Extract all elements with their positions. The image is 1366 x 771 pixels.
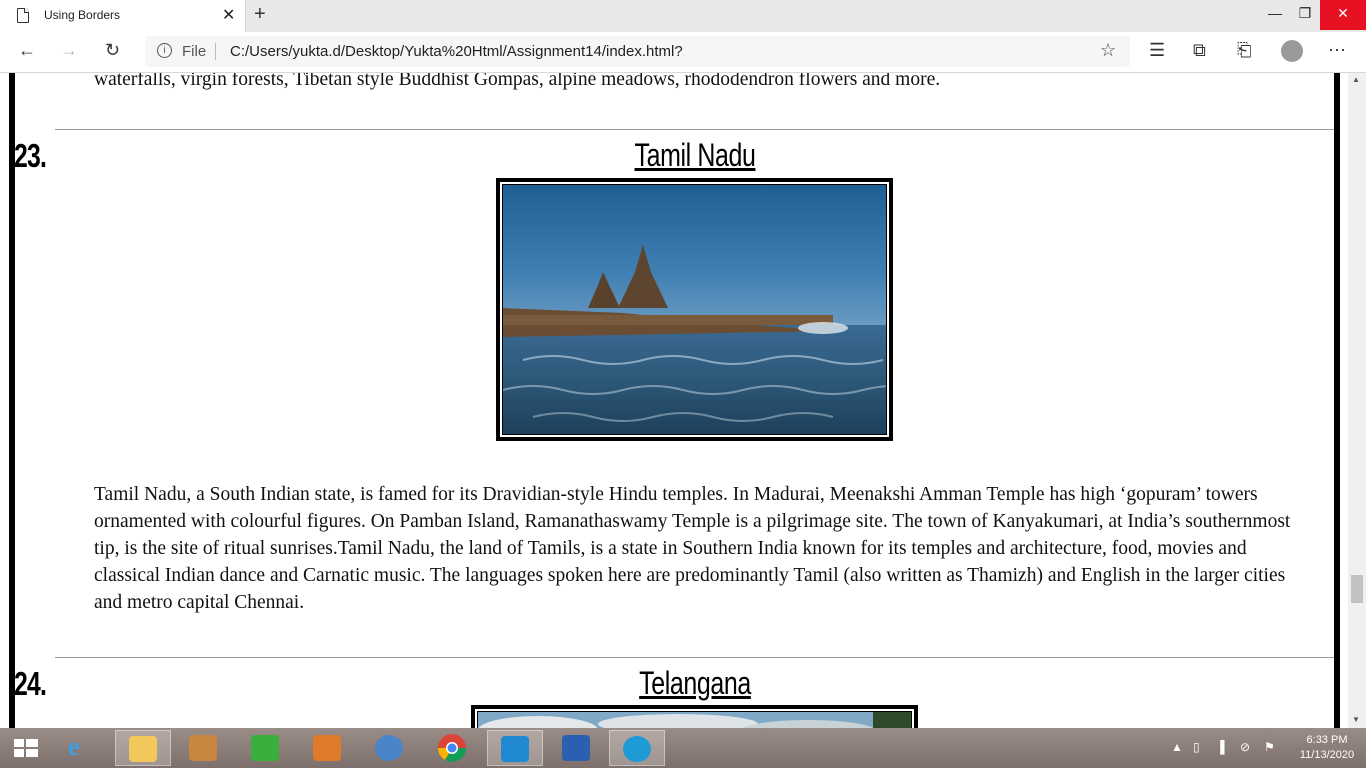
clock-time: 6:33 PM (1306, 734, 1348, 746)
section-divider (55, 129, 1334, 130)
close-window-button[interactable]: ✕ (1320, 0, 1366, 30)
taskbar-media-app[interactable] (176, 730, 232, 766)
action-center-flag-icon[interactable]: ⚑ (1264, 740, 1275, 754)
section-divider (55, 657, 1334, 658)
more-icon[interactable]: ⋯ (1328, 40, 1346, 61)
chrome-icon (438, 734, 466, 762)
control-panel-icon (313, 735, 341, 761)
folder-icon (129, 736, 157, 762)
network-icon[interactable]: ▐ (1216, 740, 1225, 754)
start-button[interactable] (0, 730, 56, 766)
telangana-image-frame (471, 705, 918, 728)
document-icon (17, 8, 29, 23)
store-icon (251, 735, 279, 761)
page-viewport: waterfalls, virgin forests, Tibetan styl… (0, 73, 1366, 728)
browser-toolbar: ← → ↻ i File C:/Users/yukta.d/Desktop/Yu… (0, 32, 1366, 73)
word-icon (562, 735, 590, 761)
vscode-icon (501, 736, 529, 762)
collections-icon[interactable]: ⧉ (1193, 40, 1206, 61)
taskbar-internet-explorer[interactable]: e (55, 730, 111, 766)
taskbar-edge[interactable] (609, 730, 665, 766)
battery-icon[interactable]: ▯ (1193, 740, 1200, 754)
volume-muted-icon[interactable]: ⊘ (1240, 740, 1250, 754)
refresh-icon[interactable]: ↻ (105, 40, 120, 61)
vertical-scrollbar[interactable] (1348, 73, 1366, 728)
windows-logo-icon (14, 739, 38, 757)
clock-date: 11/13/2020 (1299, 749, 1355, 761)
telangana-photo (478, 712, 911, 728)
taskbar-file-explorer[interactable] (115, 730, 171, 766)
back-icon[interactable]: ← (18, 40, 36, 61)
scroll-up-arrow-icon[interactable]: ▲ (1352, 75, 1360, 84)
info-icon[interactable]: i (157, 43, 172, 58)
windows-taskbar: e ▲ ▯ ▐ ⊘ ⚑ 6:33 PM 11/13/2020 (0, 728, 1366, 768)
scheme-label: File (182, 43, 207, 60)
taskbar-control-panel[interactable] (300, 730, 356, 766)
taskbar-word[interactable] (549, 730, 605, 766)
section-description: Tamil Nadu, a South Indian state, is fam… (94, 484, 1291, 613)
tamil-nadu-image-frame (496, 178, 893, 441)
favorite-star-icon[interactable]: ☆ (1100, 40, 1116, 61)
tab-bar: Using Borders ✕ + — ❐ ✕ (0, 0, 1366, 32)
edge-icon (623, 736, 651, 762)
taskbar-store[interactable] (238, 730, 294, 766)
previous-section-text: waterfalls, virgin forests, Tibetan styl… (94, 73, 941, 90)
new-tab-button[interactable]: + (254, 3, 266, 26)
media-icon (189, 735, 217, 761)
math-input-icon (375, 735, 403, 761)
internet-explorer-icon: e (68, 732, 80, 761)
taskbar-math-input[interactable] (362, 730, 418, 766)
forward-icon[interactable]: → (60, 40, 78, 61)
address-bar[interactable]: i File C:/Users/yukta.d/Desktop/Yukta%20… (145, 36, 1130, 67)
taskbar-chrome[interactable] (424, 730, 480, 766)
share-icon[interactable]: ⎗ (1237, 40, 1251, 61)
system-clock[interactable]: 6:33 PM 11/13/2020 (1292, 733, 1362, 763)
shore-temple-photo (503, 185, 886, 434)
tamil-nadu-image (502, 184, 887, 435)
url-text[interactable]: C:/Users/yukta.d/Desktop/Yukta%20Html/As… (230, 43, 683, 60)
scroll-down-arrow-icon[interactable]: ▼ (1352, 715, 1360, 724)
favorites-icon[interactable]: ☰ (1149, 40, 1165, 61)
address-divider (215, 43, 216, 60)
section-title: Telangana (639, 665, 751, 701)
tab-close-button[interactable]: ✕ (222, 5, 235, 25)
section-number: 24. (14, 665, 47, 702)
show-hidden-icons-icon[interactable]: ▲ (1171, 740, 1183, 754)
profile-avatar[interactable] (1281, 40, 1303, 62)
tab-title: Using Borders (44, 8, 121, 22)
telangana-image (477, 711, 912, 728)
section-number: 23. (14, 137, 47, 174)
browser-tab[interactable]: Using Borders ✕ (0, 0, 246, 32)
page-right-border (1334, 73, 1340, 728)
scrollbar-thumb[interactable] (1351, 575, 1363, 603)
taskbar-vscode[interactable] (487, 730, 543, 766)
section-title: Tamil Nadu (634, 137, 756, 173)
